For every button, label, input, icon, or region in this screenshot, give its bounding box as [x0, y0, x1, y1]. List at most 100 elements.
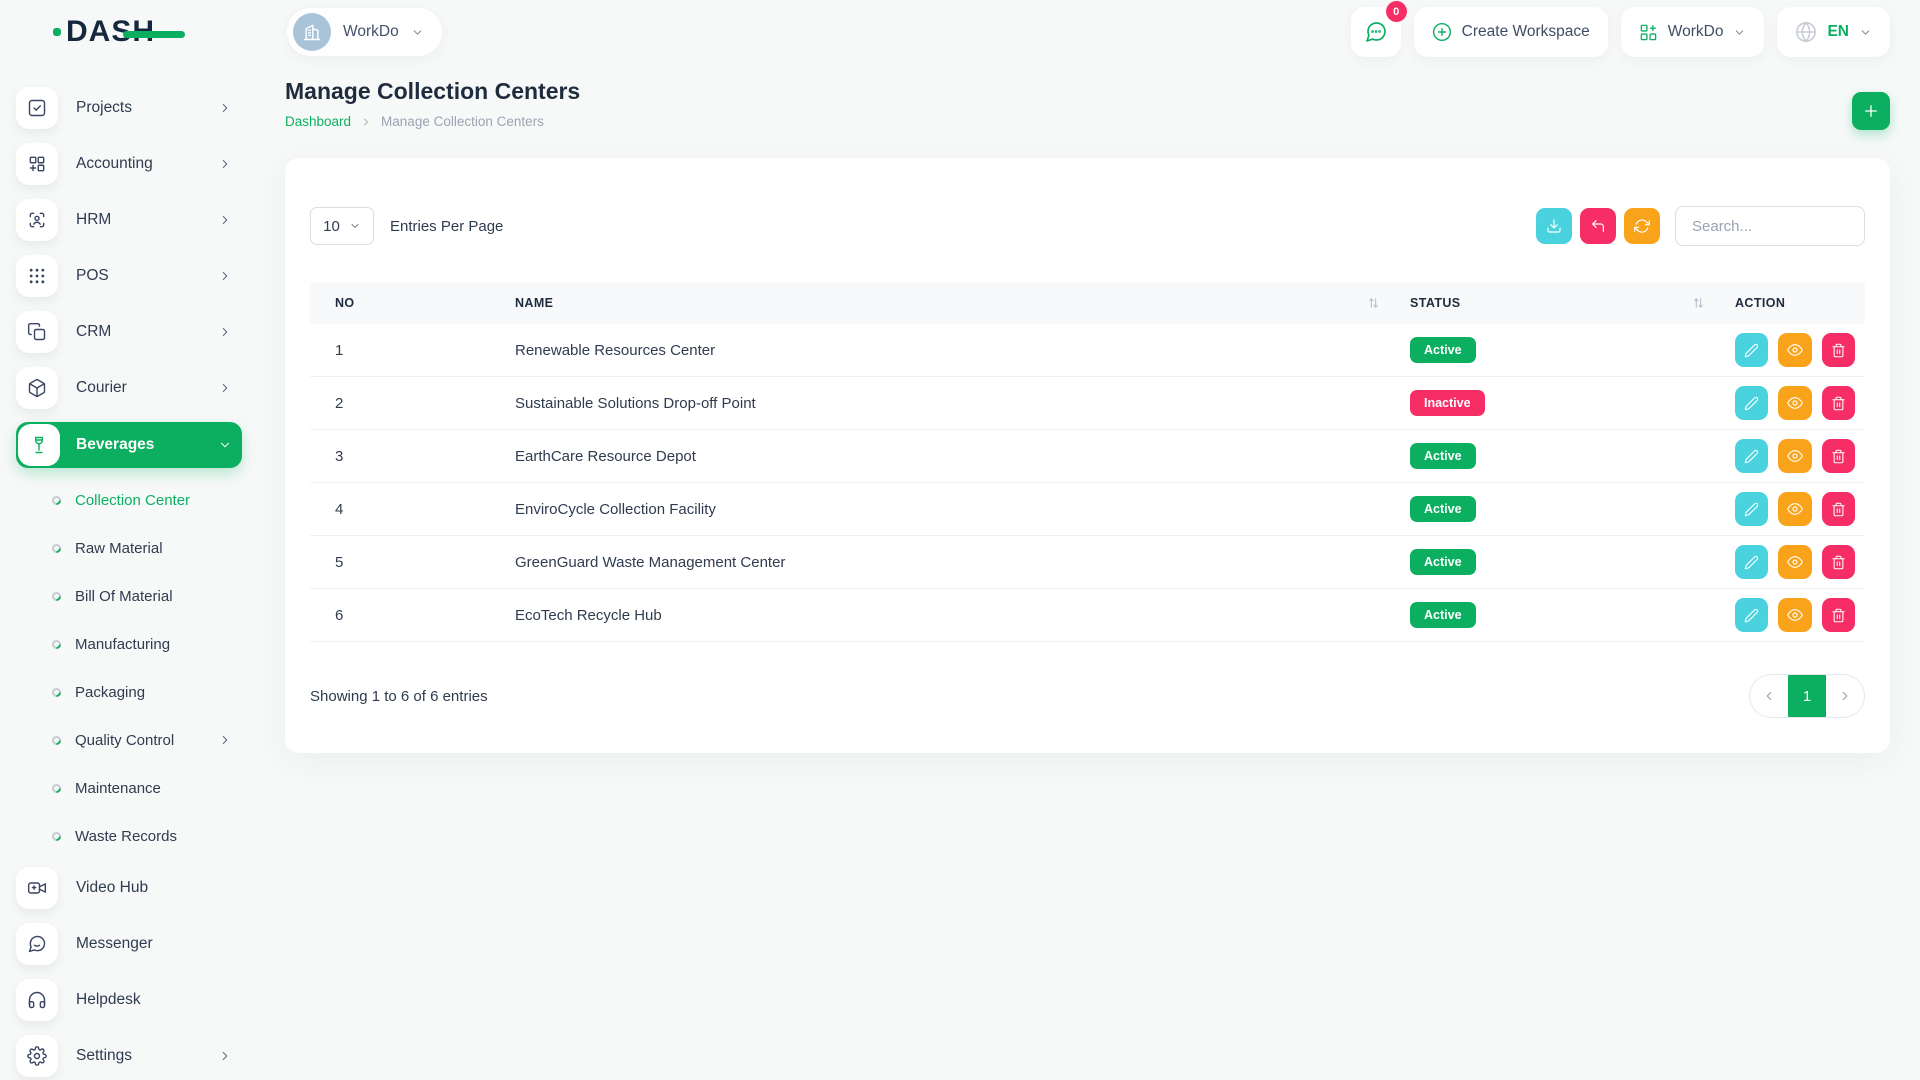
- cell-no: 1: [310, 342, 515, 359]
- edit-button[interactable]: [1735, 439, 1768, 473]
- language-selector[interactable]: EN: [1777, 7, 1890, 57]
- user-scan-icon: [16, 199, 58, 241]
- grid-plus-icon: [16, 143, 58, 185]
- entries-per-page-select[interactable]: 10: [310, 207, 374, 245]
- chevron-right-icon: [218, 269, 232, 283]
- chevron-right-icon: [218, 1049, 232, 1063]
- eye-icon: [1787, 448, 1803, 464]
- sidebar-item-crm[interactable]: CRM: [16, 310, 242, 354]
- brand-logo: DASH: [66, 15, 155, 49]
- cell-actions: [1735, 492, 1865, 526]
- delete-button[interactable]: [1822, 492, 1855, 526]
- sidebar-item-settings[interactable]: Settings: [16, 1034, 242, 1078]
- entries-per-page-value: 10: [323, 218, 340, 235]
- sidebar-subitem-label: Packaging: [75, 684, 145, 701]
- create-workspace-button[interactable]: Create Workspace: [1414, 7, 1608, 57]
- view-button[interactable]: [1778, 598, 1811, 632]
- sidebar-item-beverages[interactable]: Beverages: [16, 422, 242, 468]
- previous-page-button[interactable]: [1750, 675, 1788, 717]
- view-button[interactable]: [1778, 492, 1811, 526]
- sidebar-subitem-label: Collection Center: [75, 492, 190, 509]
- workspace-switcher[interactable]: WorkDo: [287, 8, 442, 56]
- sort-icon[interactable]: [1692, 297, 1705, 310]
- entries-per-page-label: Entries Per Page: [390, 218, 503, 235]
- messages-button[interactable]: 0: [1351, 7, 1401, 57]
- sidebar-item-label: Beverages: [76, 436, 154, 454]
- cell-name: Renewable Resources Center: [515, 342, 1410, 359]
- next-page-button[interactable]: [1826, 675, 1864, 717]
- sidebar-item-label: CRM: [76, 323, 111, 341]
- column-header-name[interactable]: NAME: [515, 296, 1410, 310]
- delete-button[interactable]: [1822, 439, 1855, 473]
- sidebar-item-label: POS: [76, 267, 109, 285]
- plus-circle-icon: [1432, 22, 1452, 42]
- sidebar-item-video-hub[interactable]: Video Hub: [16, 866, 242, 910]
- sidebar-item-messenger[interactable]: Messenger: [16, 922, 242, 966]
- cell-name: Sustainable Solutions Drop-off Point: [515, 395, 1410, 412]
- sidebar-subitem-collection-center[interactable]: Collection Center: [16, 480, 242, 520]
- edit-button[interactable]: [1735, 386, 1768, 420]
- export-button[interactable]: [1536, 208, 1572, 244]
- edit-button[interactable]: [1735, 333, 1768, 367]
- sort-icon[interactable]: [1367, 297, 1380, 310]
- reset-button[interactable]: [1580, 208, 1616, 244]
- delete-button[interactable]: [1822, 386, 1855, 420]
- sidebar-item-courier[interactable]: Courier: [16, 366, 242, 410]
- delete-button[interactable]: [1822, 598, 1855, 632]
- sidebar-item-label: Video Hub: [76, 879, 148, 897]
- sidebar-subitem-raw-material[interactable]: Raw Material: [16, 528, 242, 568]
- sidebar-subitem-packaging[interactable]: Packaging: [16, 672, 242, 712]
- delete-button[interactable]: [1822, 333, 1855, 367]
- table-row: 3 EarthCare Resource Depot Active: [310, 430, 1865, 483]
- search-input[interactable]: [1675, 206, 1865, 246]
- sidebar-item-accounting[interactable]: Accounting: [16, 142, 242, 186]
- chevron-down-icon: [1733, 26, 1746, 39]
- sidebar-item-helpdesk[interactable]: Helpdesk: [16, 978, 242, 1022]
- cell-no: 2: [310, 395, 515, 412]
- view-button[interactable]: [1778, 439, 1811, 473]
- pencil-icon: [1744, 502, 1759, 517]
- status-badge: Active: [1410, 602, 1476, 628]
- delete-button[interactable]: [1822, 545, 1855, 579]
- sidebar-item-pos[interactable]: POS: [16, 254, 242, 298]
- eye-icon: [1787, 607, 1803, 623]
- view-button[interactable]: [1778, 333, 1811, 367]
- beverages-submenu: Collection Center Raw Material Bill Of M…: [16, 480, 250, 856]
- trash-icon: [1831, 608, 1846, 623]
- pencil-icon: [1744, 555, 1759, 570]
- breadcrumb-dashboard-link[interactable]: Dashboard: [285, 114, 351, 129]
- cell-actions: [1735, 439, 1865, 473]
- refresh-button[interactable]: [1624, 208, 1660, 244]
- view-button[interactable]: [1778, 386, 1811, 420]
- sidebar-subitem-label: Bill Of Material: [75, 588, 173, 605]
- sidebar-subitem-waste-records[interactable]: Waste Records: [16, 816, 242, 856]
- cell-actions: [1735, 333, 1865, 367]
- bullet-icon: [50, 590, 63, 603]
- sidebar-item-hrm[interactable]: HRM: [16, 198, 242, 242]
- chevron-right-icon: [218, 157, 232, 171]
- sidebar-subitem-quality-control[interactable]: Quality Control: [16, 720, 242, 760]
- add-collection-center-button[interactable]: [1852, 92, 1890, 130]
- view-button[interactable]: [1778, 545, 1811, 579]
- toolbar-actions: [1536, 206, 1865, 246]
- sidebar-item-label: Settings: [76, 1047, 132, 1065]
- edit-button[interactable]: [1735, 492, 1768, 526]
- grid-plus-icon: [1639, 23, 1658, 42]
- showing-entries-text: Showing 1 to 6 of 6 entries: [310, 688, 488, 705]
- package-icon: [16, 367, 58, 409]
- edit-button[interactable]: [1735, 598, 1768, 632]
- create-workspace-label: Create Workspace: [1462, 23, 1590, 41]
- sidebar-item-projects[interactable]: Projects: [16, 86, 242, 130]
- sidebar-subitem-maintenance[interactable]: Maintenance: [16, 768, 242, 808]
- chevron-down-icon: [349, 220, 361, 232]
- copy-squares-icon: [16, 311, 58, 353]
- page-number[interactable]: 1: [1788, 675, 1826, 717]
- column-header-status[interactable]: STATUS: [1410, 296, 1735, 310]
- bullet-icon: [50, 830, 63, 843]
- sidebar-subitem-manufacturing[interactable]: Manufacturing: [16, 624, 242, 664]
- sidebar-item-label: Messenger: [76, 935, 153, 953]
- eye-icon: [1787, 395, 1803, 411]
- sidebar-subitem-bill-of-material[interactable]: Bill Of Material: [16, 576, 242, 616]
- edit-button[interactable]: [1735, 545, 1768, 579]
- workdo-menu-button[interactable]: WorkDo: [1621, 7, 1765, 57]
